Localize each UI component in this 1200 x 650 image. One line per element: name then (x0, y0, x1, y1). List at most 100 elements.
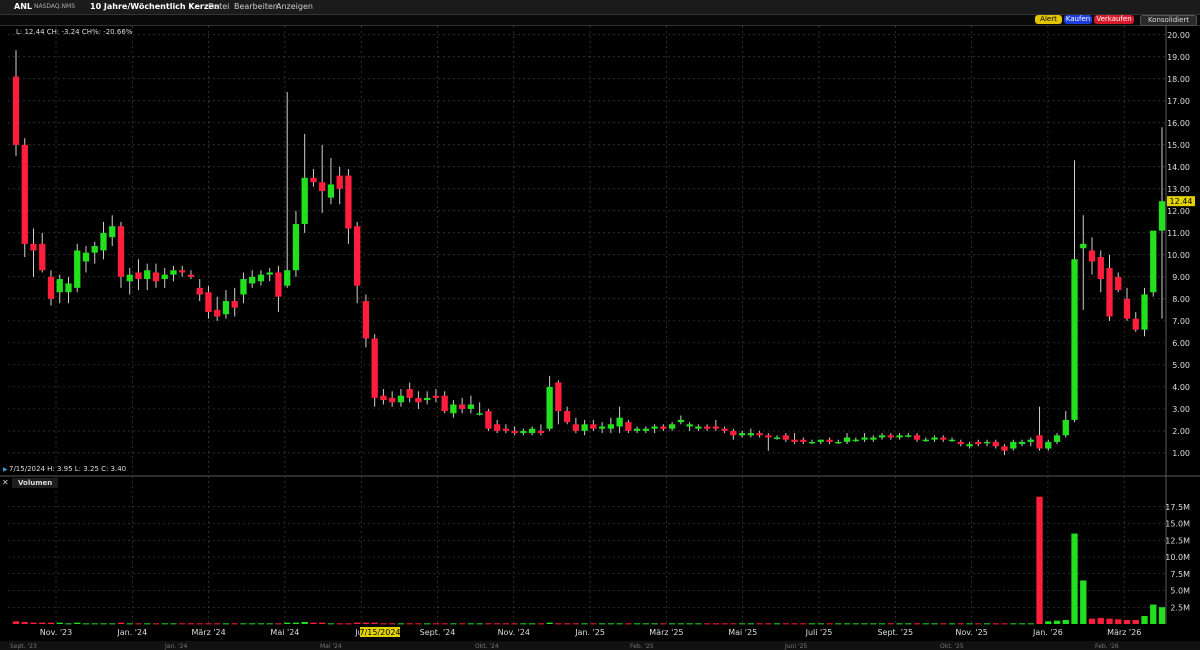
volume-bar (1141, 615, 1148, 624)
candle-body (301, 177, 308, 225)
candle-body (590, 424, 597, 429)
price-tick-label: 19.00 (1167, 53, 1190, 62)
x-tick-label: Jan. '26 (1032, 628, 1063, 637)
candle-body (1132, 318, 1139, 330)
candle-body (572, 424, 580, 431)
candle-body (1001, 446, 1008, 451)
candle-body (1010, 441, 1017, 449)
volume-tick-label: 5.0M (1170, 587, 1190, 596)
candle-body (415, 397, 422, 403)
volume-bar (826, 623, 833, 625)
candle-body (56, 279, 63, 293)
volume-bar (1010, 623, 1017, 625)
candle-body (345, 175, 352, 229)
volume-bar (791, 623, 798, 625)
x-tick-label: März '24 (191, 628, 225, 637)
volume-bar (389, 623, 396, 625)
candle-body (109, 226, 116, 238)
candle-body (870, 437, 877, 440)
close-pane-icon[interactable]: ✕ (2, 478, 9, 487)
volume-bar (1158, 607, 1166, 624)
candle-body (1053, 435, 1061, 442)
overview-label: Feb. '26 (1095, 643, 1119, 650)
volume-bar (721, 623, 728, 625)
candle-body (738, 433, 746, 436)
price-tick-label: 3.00 (1172, 405, 1190, 414)
candle-body (319, 182, 326, 192)
x-tick-label: Sept. '25 (877, 628, 913, 637)
volume-bar (415, 623, 422, 625)
candle-body (625, 422, 632, 431)
candle-body (21, 144, 28, 244)
candle-body (1088, 250, 1096, 262)
candle-body (1158, 201, 1166, 231)
volume-bar (161, 623, 168, 625)
candle-body (222, 301, 230, 315)
volume-bar (878, 623, 886, 625)
volume-bar (747, 623, 754, 625)
candle-body (152, 272, 160, 282)
crosshair-date-label: 7/15/2024 (359, 628, 400, 637)
candle-body (135, 272, 142, 280)
candle-body (660, 426, 667, 429)
volume-bar (135, 623, 142, 625)
candle-body (966, 444, 973, 447)
candle-body (773, 437, 781, 439)
candle-body (354, 226, 361, 286)
volume-bar (922, 623, 929, 625)
candle-body (940, 437, 947, 440)
x-tick-label: Mai '25 (728, 628, 757, 637)
volume-bar (170, 623, 177, 625)
volume-bar (319, 622, 326, 624)
volume-bar (450, 623, 457, 625)
volume-bar (852, 623, 859, 625)
candle-body (703, 426, 711, 429)
candle-body (266, 272, 273, 275)
candle-body (117, 226, 125, 277)
volume-tick-label: 7.5M (1170, 570, 1190, 579)
price-tick-label: 2.00 (1172, 427, 1190, 436)
volume-bar (992, 623, 999, 625)
overview-label: Okt. '24 (475, 643, 499, 650)
candle-body (196, 287, 203, 295)
candle-body (12, 76, 20, 145)
volume-bar (144, 623, 151, 625)
price-tick-label: 8.00 (1172, 295, 1190, 304)
volume-tick-label: 15.0M (1165, 520, 1190, 529)
volume-bar (1132, 619, 1139, 624)
candle-body (843, 437, 851, 442)
candle-body (817, 439, 824, 442)
candle-body (712, 426, 719, 429)
volume-bar (1123, 619, 1131, 624)
volume-bar (835, 623, 842, 625)
candle-body (765, 435, 772, 438)
collapse-icon[interactable]: ▶ (3, 466, 8, 473)
candle-body (362, 301, 370, 339)
price-tick-label: 6.00 (1172, 339, 1190, 348)
candle-body (1106, 268, 1113, 317)
volume-bar (1088, 618, 1096, 624)
price-tick-label: 10.00 (1167, 251, 1190, 260)
volume-bar (1106, 618, 1113, 624)
price-tick-label: 17.00 (1167, 97, 1190, 106)
volume-bar (528, 623, 536, 625)
volume-bar (677, 623, 685, 625)
price-chart[interactable]: 1.00 2.00 3.00 4.00 5.00 6.00 7.00 8.00 9.00 10.0… (0, 0, 1200, 650)
volume-bar (765, 623, 772, 625)
volume-bar (109, 623, 116, 625)
x-tick-label: März '26 (1107, 628, 1141, 637)
volume-bar (1045, 621, 1052, 624)
x-tick-label: Sept. '24 (420, 628, 456, 637)
volume-bar (327, 623, 335, 625)
volume-bar (913, 623, 921, 625)
candle-body (1036, 435, 1043, 449)
candle-body (922, 439, 929, 442)
volume-bar (905, 623, 912, 625)
candle-body (47, 276, 55, 299)
candle-body (205, 292, 212, 313)
candle-body (948, 439, 956, 442)
price-legend: L: 12.44 CH: -3.24 CH%: -20.66% (16, 28, 133, 36)
candle-body (607, 424, 615, 429)
x-tick-label: Nov. '23 (40, 628, 72, 637)
price-tick-label: 1.00 (1172, 449, 1190, 458)
